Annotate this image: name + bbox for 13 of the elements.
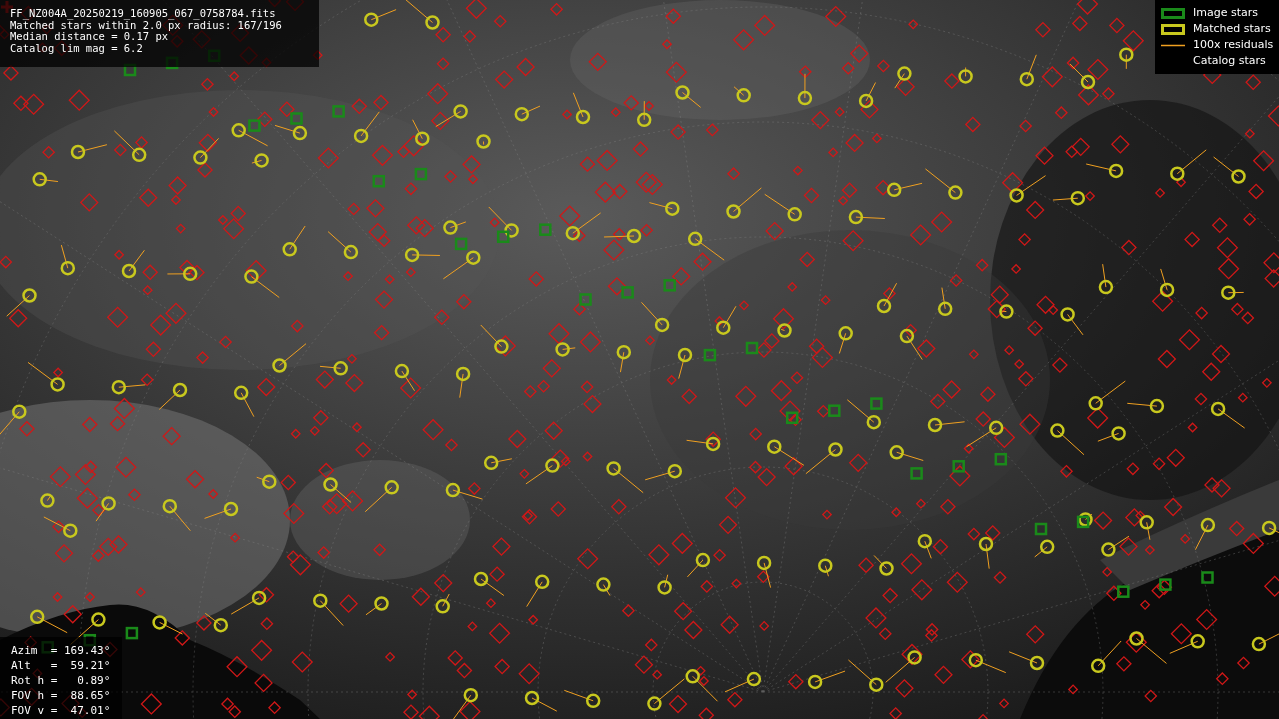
pointing-line: Rot h = 0.89° — [11, 673, 111, 688]
legend-label: 100x residuals — [1193, 36, 1274, 53]
info-line: Median distance = 0.17 px — [10, 31, 169, 43]
pointing-line: FOV h = 88.65° — [11, 688, 111, 703]
legend-label: Image stars — [1193, 4, 1258, 21]
pointing-line: Alt = 59.21° — [11, 658, 111, 673]
pointing-line: FOV v = 47.01° — [11, 703, 111, 718]
legend-label: Matched stars — [1193, 20, 1271, 37]
legend-label: Catalog stars — [1193, 52, 1266, 69]
info-line: Catalog lim mag = 6.2 — [10, 42, 144, 54]
info-line: FF_NZ004A_20250219_160905_067_0758784.fits — [10, 8, 277, 20]
info-line: Matched stars within 2.0 px radius: 167/196 — [10, 19, 283, 31]
pointing-line: Azim = 169.43° — [11, 643, 111, 658]
